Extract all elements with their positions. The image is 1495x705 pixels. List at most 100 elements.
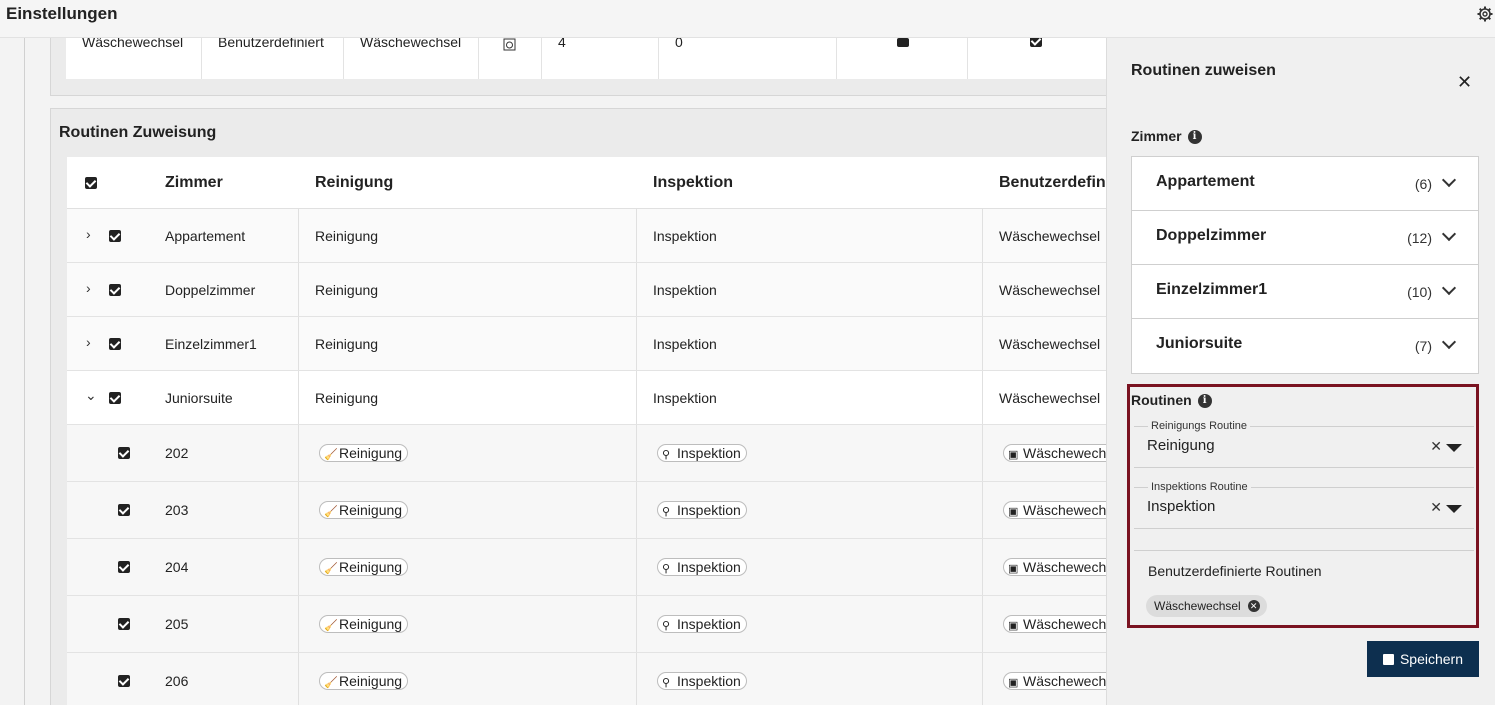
room-count: (12) [1407,230,1432,246]
custom-routines-select[interactable]: Benutzerdefinierte Routinen Wäschewechse… [1134,550,1474,624]
inspektion-chip[interactable]: ⚲ Inspektion [657,672,747,690]
room-checkbox[interactable] [118,675,130,687]
info-icon[interactable]: i [1197,394,1212,409]
column-zimmer[interactable]: Zimmer [165,174,223,192]
field-value: Inspektion [1147,498,1216,515]
table-row[interactable]: › Doppelzimmer Reinigung Inspektion Wäsc… [67,263,1106,317]
room-number: 203 [165,502,189,518]
field-legend: Inspektions Routine [1148,481,1251,493]
inspektion-chip[interactable]: ⚲ Inspektion [657,615,747,633]
column-benutzerdefiniert[interactable]: Benutzerdefinie [999,174,1106,192]
gear-icon[interactable] [1477,6,1493,22]
room-count: (6) [1414,176,1432,192]
chip-label: Wäschewech [1023,616,1106,632]
assign-routines-panel: Routinen zuweisen ✕ Zimmer i Appartement … [1106,38,1495,705]
top-bar: Einstellungen [0,0,1495,38]
benutzer-chip[interactable]: ▣ Wäschewech [1003,444,1106,462]
chevron-right-icon[interactable]: › [86,334,91,350]
row-checkbox[interactable] [109,338,121,350]
select-all-checkbox[interactable] [85,177,97,189]
toggle-square[interactable] [897,38,909,47]
inspektion-chip[interactable]: ⚲ Inspektion [657,558,747,576]
routine-tag[interactable]: Wäschewechsel ✕ [1146,595,1267,617]
row-checkbox[interactable] [109,284,121,296]
save-button[interactable]: Speichern [1367,641,1479,677]
column-reinigung[interactable]: Reinigung [315,174,393,192]
table-row[interactable]: › Einzelzimmer1 Reinigung Inspektion Wäs… [67,317,1106,371]
chip-label: Reinigung [339,616,403,632]
room-checkbox[interactable] [118,504,130,516]
column-inspektion[interactable]: Inspektion [653,174,733,192]
floppy-disk-icon [1382,654,1394,665]
routine-checkbox[interactable] [1030,38,1042,47]
reinigung-chip[interactable]: 🧹Reinigung [319,444,409,462]
reinigung-chip[interactable]: 🧹Reinigung [319,501,409,519]
room-type-name: Doppelzimmer [1156,227,1267,244]
routine-name: Wäschewechsel [82,38,184,50]
chevron-down-icon[interactable] [1441,226,1457,242]
broom-icon: 🧹 [324,620,338,632]
room-checkbox[interactable] [118,618,130,630]
reinigung-chip[interactable]: 🧹Reinigung [319,558,409,576]
info-icon[interactable]: i [1187,130,1202,145]
chevron-right-icon[interactable]: › [86,226,91,242]
chevron-down-icon[interactable] [1441,334,1457,350]
benutzer-cell: Wäschewechsel [999,228,1101,244]
benutzer-chip[interactable]: ▣ Wäschewech [1003,615,1106,633]
room-type-accordion: Appartement (6) Doppelzimmer (12) Einzel… [1131,156,1479,374]
inspektion-cell: Inspektion [653,228,717,244]
routinen-section-label: Routinen i [1131,392,1212,409]
broom-icon: 🧹 [324,449,338,461]
routinen-label: Routinen [1131,392,1192,408]
reinigung-cell: Reinigung [315,228,379,244]
table-row[interactable]: ⌄ Juniorsuite Reinigung Inspektion Wäsch… [67,371,1106,425]
room-number: 206 [165,673,189,689]
search-icon: ⚲ [662,449,671,461]
search-icon: ⚲ [662,620,671,632]
room-row[interactable]: 202 🧹Reinigung ⚲ Inspektion ▣ Wäschewech [67,425,1106,482]
routine-row[interactable]: Wäschewechsel Benutzerdefiniert Wäschewe… [66,38,1106,79]
chevron-down-icon[interactable] [1441,280,1457,296]
reinigung-chip[interactable]: 🧹Reinigung [319,615,409,633]
search-icon: ⚲ [662,563,671,575]
room-row[interactable]: 203 🧹Reinigung ⚲ Inspektion ▣ Wäschewech [67,482,1106,539]
remove-tag-icon[interactable]: ✕ [1247,600,1260,612]
accordion-item-doppelzimmer[interactable]: Doppelzimmer (12) [1132,211,1478,265]
chevron-down-icon[interactable]: ⌄ [85,387,97,404]
clear-icon[interactable]: ✕ [1430,499,1442,516]
search-icon: ⚲ [662,677,671,689]
benutzer-chip[interactable]: ▣ Wäschewech [1003,672,1106,690]
inspektions-routine-select[interactable]: Inspektions Routine Inspektion ✕ [1134,481,1474,529]
accordion-item-einzelzimmer1[interactable]: Einzelzimmer1 (10) [1132,265,1478,319]
reinigung-chip[interactable]: 🧹Reinigung [319,672,409,690]
panel-title: Routinen zuweisen [1131,62,1276,79]
chevron-down-icon[interactable] [1441,172,1457,188]
benutzer-chip[interactable]: ▣ Wäschewech [1003,558,1106,576]
tag-label: Wäschewechsel [1154,599,1241,613]
room-row[interactable]: 205 🧹Reinigung ⚲ Inspektion ▣ Wäschewech [67,596,1106,653]
inspektion-cell: Inspektion [653,336,717,352]
row-checkbox[interactable] [109,230,121,242]
room-row[interactable]: 206 🧹Reinigung ⚲ Inspektion ▣ Wäschewech [67,653,1106,705]
room-type-name: Einzelzimmer1 [1156,281,1268,298]
table-row[interactable]: › Appartement Reinigung Inspektion Wäsch… [67,209,1106,263]
accordion-item-appartement[interactable]: Appartement (6) [1132,157,1478,211]
reinigungs-routine-select[interactable]: Reinigungs Routine Reinigung ✕ [1134,420,1474,468]
chevron-right-icon[interactable]: › [86,280,91,296]
inspektion-chip[interactable]: ⚲ Inspektion [657,501,747,519]
room-checkbox[interactable] [118,561,130,573]
room-checkbox[interactable] [118,447,130,459]
broom-icon: 🧹 [324,506,338,518]
clear-icon[interactable]: ✕ [1430,438,1442,455]
room-type-name: Doppelzimmer [165,282,256,298]
close-icon[interactable]: ✕ [1457,72,1472,93]
caret-down-icon[interactable] [1446,505,1462,513]
accordion-item-juniorsuite[interactable]: Juniorsuite (7) [1132,319,1478,373]
inspektion-chip[interactable]: ⚲ Inspektion [657,444,747,462]
row-checkbox[interactable] [109,392,121,404]
benutzer-chip[interactable]: ▣ Wäschewech [1003,501,1106,519]
laundry-icon [503,38,516,51]
room-row[interactable]: 204 🧹Reinigung ⚲ Inspektion ▣ Wäschewech [67,539,1106,596]
caret-down-icon[interactable] [1446,444,1462,452]
zuweisung-table: Zimmer Reinigung Inspektion Benutzerdefi… [67,157,1106,705]
